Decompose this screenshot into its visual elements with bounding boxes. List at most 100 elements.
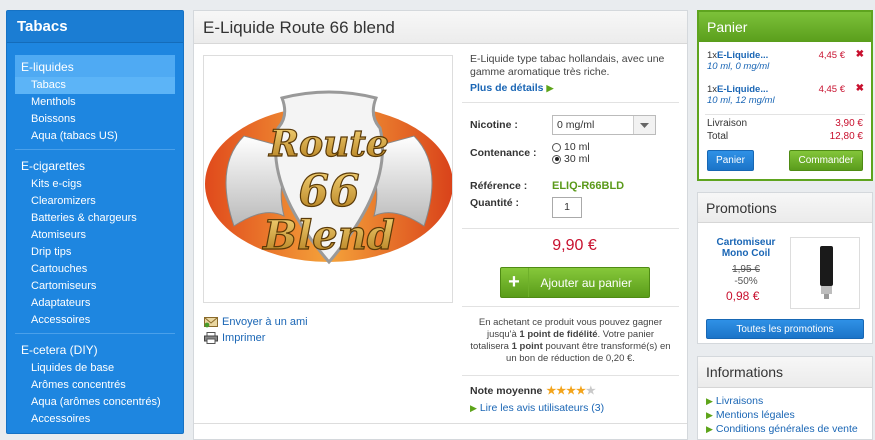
shipping-value: 3,90 € bbox=[835, 118, 863, 129]
view-cart-button[interactable]: Panier bbox=[707, 150, 754, 171]
arrow-right-icon: ▶ bbox=[546, 83, 554, 93]
sidebar-item-cartouches[interactable]: Cartouches bbox=[15, 261, 175, 278]
star-filled-icon: ★ bbox=[546, 385, 557, 397]
sidebar-item-liquides-base[interactable]: Liquides de base bbox=[15, 360, 175, 377]
radio-30ml-label: 30 ml bbox=[564, 153, 590, 165]
promo-old-price: 1,95 € bbox=[732, 264, 760, 275]
informations-box: Informations ▶ Livraisons ▶ Mentions légal… bbox=[697, 356, 873, 440]
printer-icon bbox=[204, 332, 218, 344]
nicotine-select-value: 0 mg/ml bbox=[557, 119, 595, 131]
reference-label: Référence : bbox=[470, 180, 528, 192]
promo-discount: -50% bbox=[734, 276, 758, 287]
product-image[interactable]: Route 66 Blend bbox=[203, 55, 453, 303]
sidebar-item-cartomiseurs[interactable]: Cartomiseurs bbox=[15, 278, 175, 295]
print-link[interactable]: Imprimer bbox=[204, 330, 308, 346]
cart-item-variant: 10 ml, 12 mg/ml bbox=[707, 95, 775, 106]
contenance-options: 10 ml 30 ml bbox=[552, 141, 590, 165]
route66-logo-image: Route 66 Blend bbox=[205, 90, 452, 265]
sidebar-item-aqua-tabacs[interactable]: Aqua (tabacs US) bbox=[15, 128, 175, 145]
info-link-label: Conditions générales de vente bbox=[715, 423, 858, 435]
radio-30ml[interactable]: 30 ml bbox=[552, 153, 590, 165]
total-label: Total bbox=[707, 131, 729, 142]
logo-route-text: Route bbox=[268, 123, 389, 165]
add-to-cart-button[interactable]: + Ajouter au panier bbox=[499, 267, 650, 298]
radio-10ml-label: 10 ml bbox=[564, 141, 590, 153]
cartomizer-image bbox=[820, 246, 833, 299]
product-info: E-Liquide type tabac hollandais, avec un… bbox=[462, 45, 687, 414]
logo-66-text: 66 bbox=[298, 166, 359, 217]
radio-10ml[interactable]: 10 ml bbox=[552, 141, 590, 153]
sidebar-item-atomiseurs[interactable]: Atomiseurs bbox=[15, 227, 175, 244]
sidebar-item-accessoires-diy[interactable]: Accessoires bbox=[15, 411, 175, 428]
info-link-mentions[interactable]: ▶ Mentions légales bbox=[706, 408, 872, 422]
nicotine-row: Nicotine : 0 mg/ml bbox=[462, 115, 687, 135]
sidebar-category-eliquides[interactable]: E-liquides bbox=[15, 55, 175, 77]
total-row: Total 12,80 € bbox=[699, 131, 871, 144]
cart-item: 1xE-Liquide... 10 ml, 12 mg/ml 4,45 € ✖ bbox=[699, 76, 871, 110]
more-details-link[interactable]: Plus de détails ▶ bbox=[462, 79, 679, 103]
arrow-right-icon: ▶ bbox=[706, 424, 713, 434]
arrow-right-icon: ▶ bbox=[706, 410, 713, 420]
rating-stars: ★★★★★ bbox=[546, 384, 595, 397]
star-filled-icon: ★ bbox=[575, 385, 586, 397]
envelope-icon bbox=[204, 317, 218, 328]
sidebar-item-aromes[interactable]: Arômes concentrés bbox=[15, 377, 175, 394]
chevron-down-icon bbox=[633, 116, 655, 134]
more-details-label: Plus de détails bbox=[470, 82, 544, 94]
sidebar-item-clearomizers[interactable]: Clearomizers bbox=[15, 193, 175, 210]
rating-row: Note moyenne ★★★★★ bbox=[462, 375, 679, 397]
sidebar-item-adaptateurs[interactable]: Adaptateurs bbox=[15, 295, 175, 312]
arrow-right-icon: ▶ bbox=[470, 403, 477, 413]
cart-item-name[interactable]: E-Liquide... bbox=[717, 84, 768, 95]
cart-title: Panier bbox=[699, 12, 871, 42]
sidebar-item-menthols[interactable]: Menthols bbox=[15, 94, 175, 111]
quantity-row: Quantité : 1 bbox=[462, 197, 687, 218]
promotions-title: Promotions bbox=[698, 193, 872, 223]
star-empty-icon: ★ bbox=[585, 385, 596, 397]
shipping-label: Livraison bbox=[707, 118, 748, 129]
promotions-box: Promotions Cartomiseur Mono Coil 1,95 € … bbox=[697, 192, 873, 344]
category-sidebar: Tabacs E-liquides Tabacs Menthols Boisso… bbox=[6, 10, 184, 434]
promo-product-name[interactable]: Cartomiseur Mono Coil bbox=[706, 237, 786, 259]
product-panel: E-Liquide Route 66 blend Route 66 Blend … bbox=[193, 10, 688, 440]
sidebar-item-drip-tips[interactable]: Drip tips bbox=[15, 244, 175, 261]
info-link-label: Livraisons bbox=[715, 395, 764, 407]
sidebar-item-aqua-aromes[interactable]: Aqua (arômes concentrés) bbox=[15, 394, 175, 411]
product-description: E-Liquide type tabac hollandais, avec un… bbox=[470, 53, 665, 78]
radio-circle-icon bbox=[552, 142, 561, 152]
send-to-friend-link[interactable]: Envoyer à un ami bbox=[204, 314, 308, 330]
plus-icon: + bbox=[501, 268, 529, 297]
sidebar-category-ecetera[interactable]: E-cetera (DIY) bbox=[15, 338, 175, 360]
quantity-input[interactable]: 1 bbox=[552, 197, 582, 218]
cart-item: 1xE-Liquide... 10 ml, 0 mg/ml 4,45 € ✖ bbox=[699, 42, 871, 76]
all-promotions-button[interactable]: Toutes les promotions bbox=[706, 319, 864, 339]
cart-buttons: Panier Commander bbox=[699, 144, 871, 171]
informations-links: ▶ Livraisons ▶ Mentions légales ▶ Condition… bbox=[698, 388, 872, 436]
informations-title: Informations bbox=[698, 357, 872, 388]
sidebar-group-eliquides: E-liquides Tabacs Menthols Boissons Aqua… bbox=[15, 43, 175, 150]
remove-item-icon[interactable]: ✖ bbox=[856, 49, 864, 60]
reference-row: Référence : ELIQ-R66BLD bbox=[462, 180, 687, 192]
contenance-label: Contenance : bbox=[470, 147, 537, 159]
checkout-button[interactable]: Commander bbox=[789, 150, 863, 171]
add-to-cart-label: Ajouter au panier bbox=[540, 275, 632, 290]
remove-item-icon[interactable]: ✖ bbox=[856, 83, 864, 94]
sidebar-item-boissons[interactable]: Boissons bbox=[15, 111, 175, 128]
info-link-cgv[interactable]: ▶ Conditions générales de vente bbox=[706, 422, 872, 436]
sidebar-item-accessoires[interactable]: Accessoires bbox=[15, 312, 175, 329]
cart-item-price: 4,45 € bbox=[818, 84, 845, 95]
shipping-row: Livraison 3,90 € bbox=[699, 118, 871, 131]
nicotine-label: Nicotine : bbox=[470, 119, 518, 131]
quantity-label: Quantité : bbox=[470, 197, 519, 209]
sidebar-item-tabacs[interactable]: Tabacs bbox=[15, 77, 175, 94]
read-reviews-link[interactable]: ▶ Lire les avis utilisateurs (3) bbox=[462, 402, 687, 414]
nicotine-select[interactable]: 0 mg/ml bbox=[552, 115, 656, 135]
promo-product-image[interactable] bbox=[790, 237, 860, 309]
cart-item-variant: 10 ml, 0 mg/ml bbox=[707, 61, 770, 72]
info-link-livraisons[interactable]: ▶ Livraisons bbox=[706, 394, 872, 408]
sidebar-category-ecigarettes[interactable]: E-cigarettes bbox=[15, 154, 175, 176]
product-actions: Envoyer à un ami Imprimer bbox=[204, 314, 308, 346]
sidebar-item-kits[interactable]: Kits e-cigs bbox=[15, 176, 175, 193]
sidebar-item-batteries[interactable]: Batteries & chargeurs bbox=[15, 210, 175, 227]
cart-item-name[interactable]: E-Liquide... bbox=[717, 50, 768, 61]
